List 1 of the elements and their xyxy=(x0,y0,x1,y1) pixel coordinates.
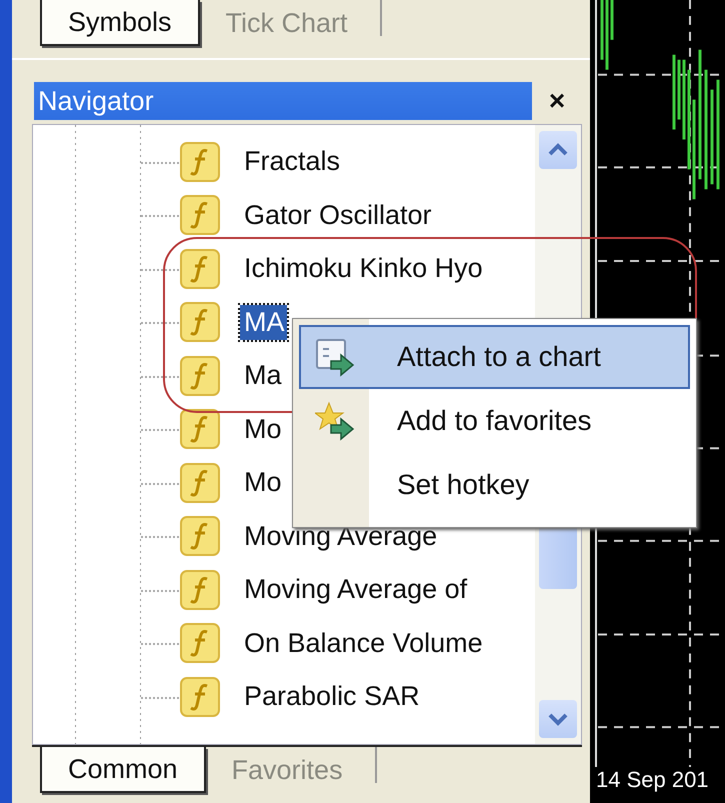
panel-title: Navigator xyxy=(34,82,532,120)
